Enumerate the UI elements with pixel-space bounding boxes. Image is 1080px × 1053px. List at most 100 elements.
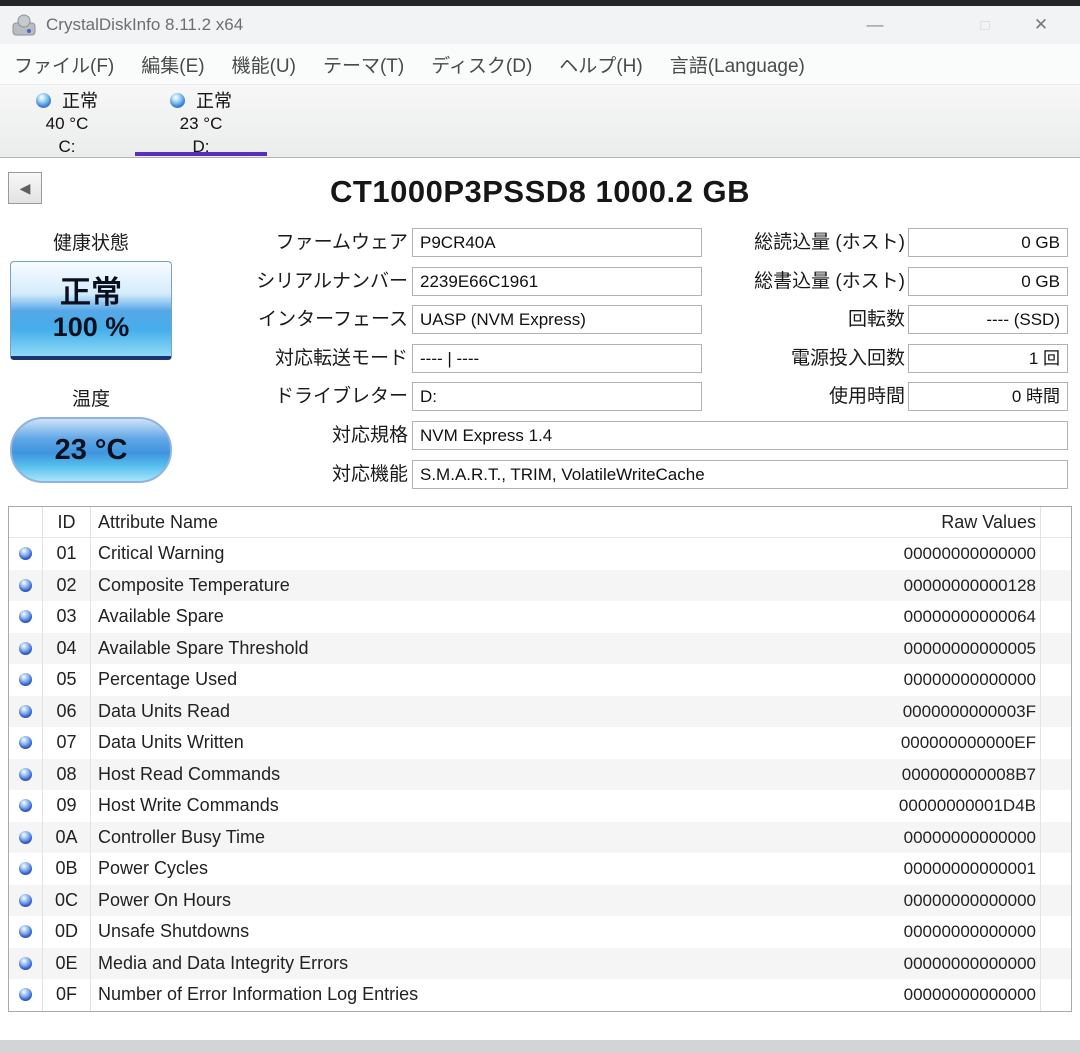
- drive-info-fields-middle: ファームウェア P9CR40A シリアルナンバー 2239E66C1961 イン…: [150, 228, 702, 411]
- info-field-row: 対応転送モード ---- | ----: [150, 343, 702, 373]
- attribute-name: Percentage Used: [98, 669, 238, 690]
- attribute-raw-value: 000000000008B7: [831, 758, 1041, 790]
- attribute-raw-value: 00000000000000: [831, 916, 1041, 948]
- attribute-raw-value: 0000000000003F: [831, 695, 1041, 727]
- attribute-raw-value: 00000000000001: [831, 853, 1041, 885]
- info-field-value: 1 回: [908, 343, 1068, 373]
- attribute-id: 07: [43, 727, 91, 759]
- health-status-badge[interactable]: 正常 100 %: [10, 261, 172, 360]
- attribute-status-orb-icon: [19, 893, 32, 907]
- attribute-name: Data Units Read: [98, 700, 231, 721]
- attribute-status-orb-icon: [19, 736, 32, 750]
- drive-temp-text: 40 °C: [45, 114, 89, 133]
- drive-letter-text: C:: [58, 137, 76, 156]
- table-row: 02 Composite Temperature 00000000000128: [9, 569, 1071, 601]
- attribute-status-orb-icon: [19, 799, 32, 813]
- table-row: 05 Percentage Used 00000000000000: [9, 664, 1071, 696]
- temperature-badge[interactable]: 23 °C: [10, 417, 172, 483]
- attribute-raw-value: 00000000000128: [831, 569, 1041, 601]
- maximize-button[interactable]: □: [956, 6, 1014, 44]
- drive-temp-text: 23 °C: [179, 114, 223, 133]
- table-row: 0B Power Cycles 00000000000001: [9, 853, 1071, 885]
- health-status-label: 健康状態: [52, 233, 129, 254]
- info-field-label: 回転数: [847, 309, 905, 330]
- attribute-raw-value: 00000000000000: [831, 821, 1041, 853]
- info-field-value: ---- (SSD): [908, 305, 1068, 334]
- temperature-value: 23 °C: [54, 433, 128, 466]
- info-field-value: S.M.A.R.T., TRIM, VolatileWriteCache: [412, 459, 1068, 489]
- info-field-row: インターフェース UASP (NVM Express): [150, 305, 702, 334]
- title-bar: CrystalDiskInfo 8.11.2 x64: [0, 6, 1080, 44]
- info-field-value: UASP (NVM Express): [412, 305, 702, 334]
- attribute-id: 05: [43, 664, 91, 696]
- drive-health-text: 正常: [62, 91, 98, 111]
- health-status-value: 正常: [60, 274, 122, 310]
- info-field-row: 総読込量 (ホスト) 0 GB: [660, 228, 1068, 257]
- info-field-row: ファームウェア P9CR40A: [150, 228, 702, 257]
- attribute-id: 09: [43, 790, 91, 822]
- info-field-value: ---- | ----: [412, 343, 702, 373]
- table-row: 0A Controller Busy Time 00000000000000: [9, 821, 1071, 853]
- attribute-raw-value: 00000000000000: [831, 884, 1041, 916]
- close-button[interactable]: ✕: [1012, 6, 1070, 44]
- menu-item[interactable]: テーマ(T): [323, 51, 404, 78]
- attribute-id: 02: [43, 569, 91, 601]
- info-field-value: P9CR40A: [412, 228, 702, 257]
- attribute-id: 06: [43, 695, 91, 727]
- attribute-status-orb-icon: [19, 956, 32, 970]
- info-field-label: 対応規格: [331, 425, 408, 446]
- table-row: 04 Available Spare Threshold 00000000000…: [9, 632, 1071, 664]
- attribute-name: Composite Temperature: [98, 574, 290, 595]
- drive-tab[interactable]: 正常 23 °C D:: [134, 85, 268, 157]
- attribute-raw-value: 00000000000000: [831, 947, 1041, 979]
- info-field-label: 対応機能: [331, 463, 408, 485]
- menu-item[interactable]: 編集(E): [141, 51, 204, 78]
- minimize-button[interactable]: —: [846, 6, 904, 44]
- attribute-id: 0C: [43, 884, 91, 916]
- drive-tab[interactable]: 正常 40 °C C:: [0, 85, 134, 157]
- info-field-row: 回転数 ---- (SSD): [660, 305, 1068, 334]
- drive-info-fields-right: 総読込量 (ホスト) 0 GB 総書込量 (ホスト) 0 GB 回転数 ----…: [660, 228, 1068, 411]
- attribute-name: Power Cycles: [98, 858, 209, 879]
- info-field-row: シリアルナンバー 2239E66C1961: [150, 266, 702, 296]
- attribute-name: Critical Warning: [98, 543, 225, 564]
- table-row: 0E Media and Data Integrity Errors 00000…: [9, 947, 1071, 979]
- smart-attribute-table: ID Attribute Name Raw Values 01 Critical…: [8, 506, 1072, 1012]
- menu-bar: ファイル(F) 編集(E) 機能(U) テーマ(T) ディスク(D) ヘルプ(H) 言語(L…: [0, 44, 1080, 84]
- info-field-label: 電源投入回数: [790, 347, 905, 369]
- info-field-row: 総書込量 (ホスト) 0 GB: [660, 266, 1068, 296]
- info-field-value: 0 GB: [908, 228, 1068, 257]
- drive-status-orb-icon: [170, 92, 185, 108]
- attribute-raw-value: 00000000000005: [831, 632, 1041, 664]
- attribute-raw-value: 00000000001D4B: [831, 790, 1041, 822]
- attribute-name: Available Spare: [98, 606, 224, 627]
- menu-item[interactable]: 言語(Language): [670, 51, 805, 78]
- attribute-name: Host Read Commands: [98, 763, 281, 784]
- info-field-value: NVM Express 1.4: [412, 421, 1068, 450]
- health-percent-value: 100 %: [52, 311, 130, 342]
- table-header-row: ID Attribute Name Raw Values: [9, 507, 1071, 538]
- attribute-id: 0F: [43, 979, 91, 1011]
- attribute-status-orb-icon: [19, 641, 32, 655]
- info-field-label: 対応転送モード: [274, 347, 408, 369]
- drive-tab-strip: 正常 40 °C C: 正常 23 °C D:: [0, 84, 1080, 158]
- menu-item[interactable]: ヘルプ(H): [559, 51, 642, 78]
- status-column-header: [9, 507, 43, 538]
- attribute-name: Number of Error Information Log Entries: [98, 984, 419, 1005]
- drive-status-orb-icon: [36, 92, 51, 108]
- info-field-label: 使用時間: [828, 386, 905, 407]
- info-field-row: 使用時間 0 時間: [660, 382, 1068, 411]
- info-field-row: ドライブレター D:: [150, 382, 702, 411]
- info-field-value: 0 時間: [908, 382, 1068, 411]
- info-field-row: 対応規格 NVM Express 1.4: [150, 421, 1068, 450]
- menu-item[interactable]: ディスク(D): [431, 51, 532, 78]
- attribute-status-orb-icon: [19, 988, 32, 1002]
- attribute-raw-value: 00000000000000: [831, 979, 1041, 1011]
- attribute-raw-value: 00000000000000: [831, 538, 1041, 570]
- table-row: 06 Data Units Read 0000000000003F: [9, 695, 1071, 727]
- app-icon: [12, 13, 38, 37]
- attribute-name: Data Units Written: [98, 732, 244, 753]
- menu-item[interactable]: ファイル(F): [14, 51, 114, 78]
- menu-item[interactable]: 機能(U): [232, 51, 296, 78]
- table-row: 08 Host Read Commands 000000000008B7: [9, 758, 1071, 790]
